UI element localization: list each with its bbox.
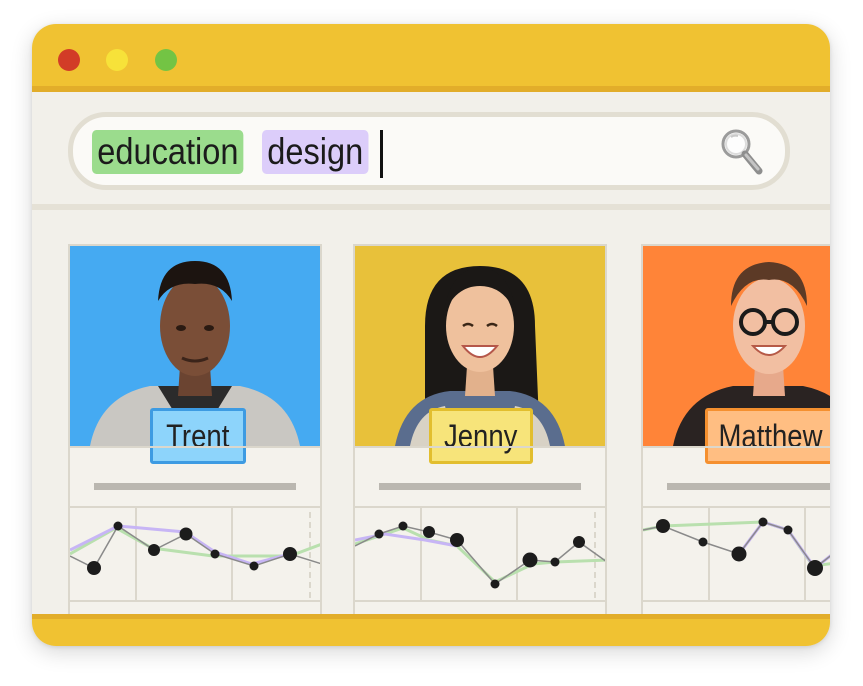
search-input[interactable]: education design (68, 112, 790, 190)
profile-card-jenny[interactable]: Jenny (353, 244, 608, 614)
search-tag-education[interactable]: education (92, 130, 244, 174)
footer-bar (32, 614, 830, 646)
search-tag-design[interactable]: design (262, 130, 369, 174)
text-cursor (380, 130, 383, 178)
title-bar (32, 24, 830, 92)
magnifying-glass-icon[interactable] (719, 127, 765, 177)
maximize-window-button[interactable] (155, 49, 177, 71)
close-window-button[interactable] (58, 49, 80, 71)
sparkline-chart (642, 506, 830, 602)
sparkline-chart (69, 506, 323, 602)
sparkline-chart (354, 506, 608, 602)
results-grid: Trent Jenny Matthew (32, 210, 830, 614)
rating-bar (643, 446, 830, 508)
profile-card-matthew[interactable]: Matthew (641, 244, 830, 614)
app-window: education design Trent Jenny Matthew (32, 24, 830, 646)
rating-bar (70, 446, 320, 508)
profile-card-trent[interactable]: Trent (68, 244, 323, 614)
rating-bar (355, 446, 605, 508)
search-area: education design (32, 92, 830, 204)
minimize-window-button[interactable] (106, 49, 128, 71)
